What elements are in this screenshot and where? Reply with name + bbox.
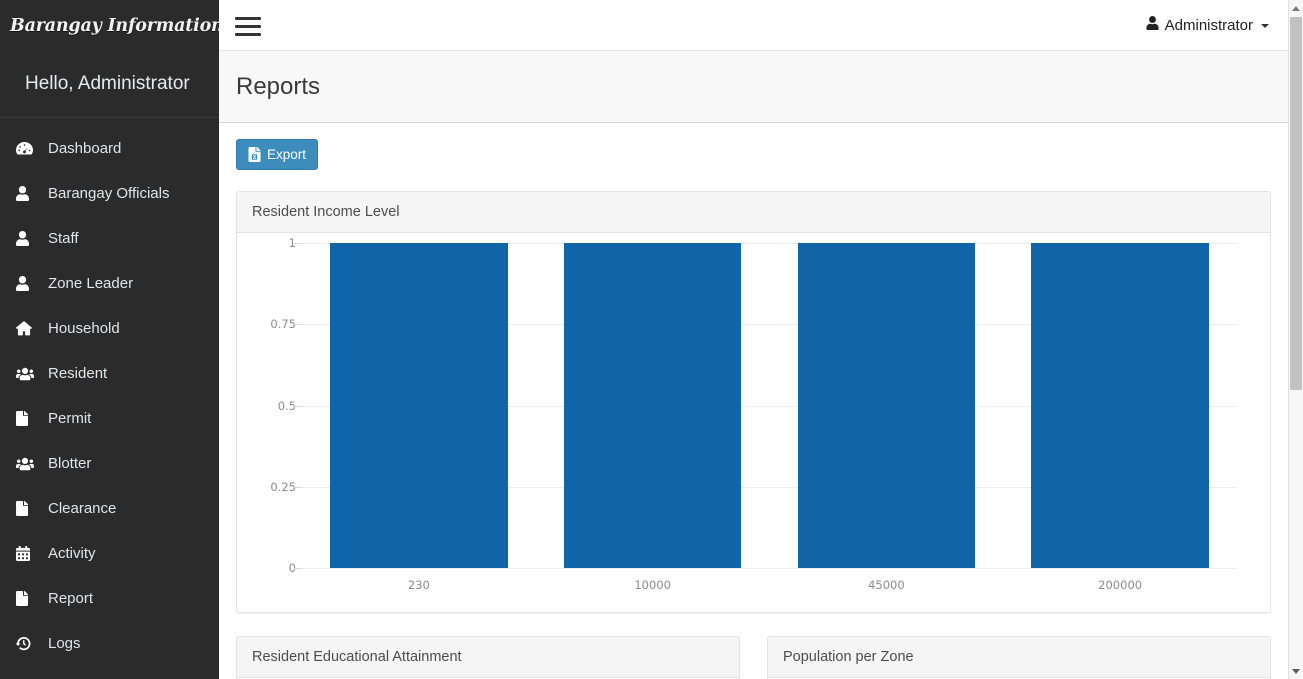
bar-slot — [536, 243, 770, 568]
panel-title: Resident Income Level — [237, 192, 1270, 233]
file-excel-icon — [248, 147, 261, 162]
file-icon — [16, 590, 42, 608]
sidebar-item-zone-leader[interactable]: Zone Leader — [0, 261, 219, 306]
sidebar-item-resident[interactable]: Resident — [0, 351, 219, 396]
bar[interactable] — [797, 243, 976, 568]
users-icon — [16, 365, 42, 383]
sidebar-item-label: Household — [48, 320, 120, 337]
sidebar-item-dashboard[interactable]: Dashboard — [0, 126, 219, 171]
x-axis: 230 10000 45000 200000 — [302, 568, 1237, 598]
sidebar-item-label: Report — [48, 590, 94, 607]
sidebar-item-staff[interactable]: Staff — [0, 216, 219, 261]
sidebar-item-report[interactable]: Report — [0, 576, 219, 621]
export-button[interactable]: Export — [236, 139, 319, 170]
sidebar-item-label: Dashboard — [48, 140, 122, 157]
y-tick-label: 0.25 — [270, 479, 296, 494]
user-menu-label: Administrator — [1164, 16, 1253, 34]
tick-mark — [294, 405, 302, 407]
dashboard-icon — [16, 140, 42, 158]
sidebar-item-clearance[interactable]: Clearance — [0, 486, 219, 531]
file-icon — [16, 500, 42, 518]
sidebar-item-label: Activity — [48, 545, 96, 562]
user-icon — [16, 275, 42, 293]
chevron-up-icon — [1292, 5, 1300, 11]
sidebar-item-barangay-officials[interactable]: Barangay Officials — [0, 171, 219, 216]
scrollbar-thumb[interactable] — [1290, 17, 1302, 390]
main-area: Administrator Reports Export Resident In… — [219, 0, 1288, 679]
tick-mark — [294, 243, 302, 244]
bar-group — [302, 243, 1237, 568]
user-icon — [16, 185, 42, 203]
sidebar-item-label: Staff — [48, 230, 79, 247]
scroll-up-button[interactable] — [1289, 0, 1303, 16]
sidebar-item-label: Permit — [48, 410, 92, 427]
sidebar-item-label: Clearance — [48, 500, 117, 517]
hamburger-bar — [235, 25, 261, 28]
panel-resident-educational-attainment: Resident Educational Attainment — [236, 636, 740, 679]
page-title: Reports — [236, 72, 321, 100]
user-icon — [1146, 16, 1159, 34]
file-icon — [16, 410, 42, 428]
bar-slot — [1003, 243, 1237, 568]
sidebar-item-label: Resident — [48, 365, 108, 382]
hamburger-bar — [235, 17, 261, 20]
tick-mark — [294, 486, 302, 488]
app-root: Barangay Information System Hello, Admin… — [0, 0, 1303, 679]
x-tick-label: 10000 — [634, 578, 671, 592]
sidebar-item-permit[interactable]: Permit — [0, 396, 219, 441]
sidebar: Barangay Information System Hello, Admin… — [0, 0, 219, 679]
export-button-label: Export — [267, 147, 307, 162]
sidebar-item-activity[interactable]: Activity — [0, 531, 219, 576]
hamburger-icon[interactable] — [235, 14, 261, 36]
y-tick-label: 0.75 — [270, 317, 296, 332]
x-tick-label: 45000 — [868, 578, 905, 592]
top-navbar: Administrator — [219, 0, 1288, 51]
chevron-down-icon — [1292, 668, 1300, 674]
sidebar-item-label: Zone Leader — [48, 275, 134, 292]
panel-title: Population per Zone — [768, 637, 1270, 678]
bar[interactable] — [330, 243, 508, 568]
x-tick-label: 200000 — [1098, 578, 1143, 592]
page-scrollbar[interactable] — [1288, 0, 1303, 679]
panel-resident-income-level: Resident Income Level 0 0.25 0.5 0.75 1 — [236, 191, 1271, 613]
users-icon — [16, 455, 42, 473]
history-icon — [16, 635, 42, 653]
sidebar-nav: Dashboard Barangay Officials Staff Zone … — [0, 118, 219, 666]
x-tick-label: 230 — [407, 578, 430, 592]
bar[interactable] — [1031, 243, 1209, 568]
caret-down-icon — [1261, 24, 1269, 28]
bar[interactable] — [563, 243, 742, 568]
plot-area — [294, 243, 1237, 569]
bar-slot — [770, 243, 1004, 568]
panel-body: 0 0.25 0.5 0.75 1 230 10000 45000 200000 — [237, 233, 1270, 612]
calendar-icon — [16, 545, 42, 563]
tick-mark — [294, 568, 302, 569]
sidebar-item-blotter[interactable]: Blotter — [0, 441, 219, 486]
user-menu[interactable]: Administrator — [1146, 16, 1274, 34]
sidebar-item-household[interactable]: Household — [0, 306, 219, 351]
scroll-down-button[interactable] — [1289, 663, 1303, 679]
page-header: Reports — [219, 51, 1288, 123]
sidebar-item-label: Blotter — [48, 455, 92, 472]
bar-slot — [302, 243, 536, 568]
user-icon — [16, 230, 42, 248]
panel-population-per-zone: Population per Zone — [767, 636, 1271, 679]
sidebar-item-label: Barangay Officials — [48, 185, 170, 202]
panel-title: Resident Educational Attainment — [237, 637, 739, 678]
home-icon — [16, 320, 42, 338]
sidebar-greeting: Hello, Administrator — [0, 51, 219, 118]
app-brand: Barangay Information System — [10, 15, 219, 36]
page-content: Export Resident Income Level 0 0.25 0.5 … — [219, 123, 1288, 679]
sidebar-item-label: Logs — [48, 635, 81, 652]
hamburger-bar — [235, 33, 261, 36]
income-bar-chart: 0 0.25 0.5 0.75 1 230 10000 45000 200000 — [252, 236, 1255, 598]
bottom-panel-row: Resident Educational Attainment Populati… — [236, 613, 1271, 679]
sidebar-item-logs[interactable]: Logs — [0, 621, 219, 666]
tick-mark — [294, 324, 302, 326]
